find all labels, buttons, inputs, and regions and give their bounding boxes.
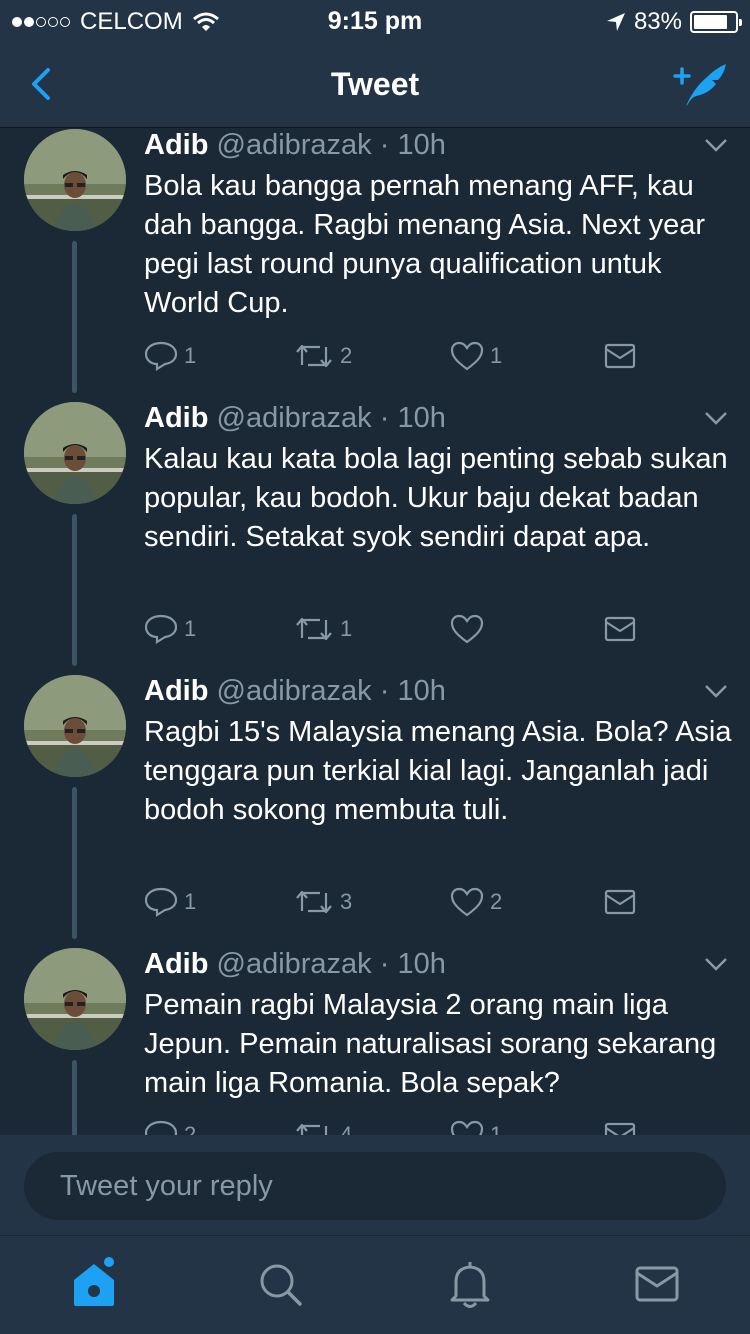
author-name[interactable]: Adib — [144, 402, 208, 434]
battery-icon — [690, 11, 742, 33]
envelope-icon — [604, 616, 636, 642]
chevron-down-icon[interactable] — [704, 410, 728, 426]
like-count: 1 — [490, 1122, 503, 1135]
retweet-icon — [296, 617, 332, 641]
retweet-count: 4 — [340, 1122, 353, 1135]
retweet-icon — [296, 1123, 328, 1135]
reply-count: 2 — [184, 1122, 197, 1135]
tweet-actions: 1 2 1 — [144, 339, 644, 373]
notifications-icon[interactable] — [440, 1254, 500, 1314]
top-bar: CELCOM 9:15 pm 83% Tweet — [0, 0, 750, 128]
author-handle[interactable]: @adibrazak — [217, 948, 372, 980]
retweet-icon — [296, 890, 332, 914]
retweet-count: 1 — [340, 616, 353, 641]
author-name[interactable]: Adib — [144, 675, 208, 707]
search-icon[interactable] — [250, 1254, 310, 1314]
reply-count: 1 — [184, 616, 197, 641]
reply-icon — [144, 614, 178, 644]
like-button[interactable]: 2 — [450, 885, 502, 919]
battery-percent: 83% — [633, 8, 682, 35]
tweet-time: · 10h — [379, 129, 446, 161]
reply-bar: Tweet your reply — [0, 1135, 750, 1235]
heart-icon — [450, 887, 484, 917]
reply-button[interactable]: 1 — [144, 612, 196, 646]
like-count: 2 — [490, 889, 503, 914]
envelope-icon — [604, 1122, 636, 1135]
status-bar: CELCOM 9:15 pm 83% — [0, 0, 750, 40]
reply-count: 1 — [184, 343, 197, 368]
tweet[interactable]: Adib @adibrazak · 10h Bola kau bangga pe… — [0, 129, 750, 402]
tweet-text: Ragbi 15's Malaysia menang Asia. Bola? A… — [144, 716, 732, 826]
retweet-button[interactable]: 2 — [294, 339, 352, 373]
avatar[interactable] — [24, 129, 126, 231]
thread-line — [72, 1060, 77, 1135]
avatar[interactable] — [24, 402, 126, 504]
share-via-message-button[interactable] — [604, 1118, 636, 1135]
chevron-down-icon[interactable] — [704, 137, 728, 153]
like-button[interactable]: 1 — [450, 339, 502, 373]
home-icon[interactable] — [64, 1254, 124, 1314]
envelope-icon — [604, 889, 636, 915]
location-arrow-icon — [606, 13, 625, 31]
tweet-text: Pemain ragbi Malaysia 2 orang main liga … — [144, 989, 717, 1099]
retweet-button[interactable]: 1 — [294, 612, 352, 646]
retweet-count: 2 — [340, 343, 353, 368]
tweet-header: Adib @adibrazak · 10h — [144, 675, 446, 708]
author-handle[interactable]: @adibrazak — [217, 402, 372, 434]
retweet-button[interactable]: 4 — [294, 1118, 352, 1135]
tweet-thread: Adib @adibrazak · 10h Bola kau bangga pe… — [0, 129, 750, 1135]
tweet-time: · 10h — [379, 402, 446, 434]
thread-line — [72, 787, 77, 939]
share-via-message-button[interactable] — [604, 339, 636, 373]
tweet-actions: 1 3 2 — [144, 885, 644, 919]
compose-tweet-button[interactable] — [672, 58, 730, 110]
reply-icon — [144, 887, 178, 917]
tweet[interactable]: Adib @adibrazak · 10h Kalau kau kata bol… — [0, 402, 750, 675]
tweet-header: Adib @adibrazak · 10h — [144, 129, 446, 162]
chevron-down-icon[interactable] — [704, 683, 728, 699]
reply-count: 1 — [184, 889, 197, 914]
retweet-icon — [296, 344, 332, 368]
page-title: Tweet — [330, 66, 420, 102]
author-name[interactable]: Adib — [144, 948, 208, 980]
chevron-down-icon[interactable] — [704, 956, 728, 972]
tweet-text: Kalau kau kata bola lagi penting sebab s… — [144, 443, 728, 553]
heart-icon — [450, 341, 484, 371]
reply-button[interactable]: 2 — [144, 1118, 196, 1135]
reply-icon — [144, 341, 178, 371]
envelope-icon — [604, 343, 636, 369]
share-via-message-button[interactable] — [604, 885, 636, 919]
tweet[interactable]: Adib @adibrazak · 10h Ragbi 15's Malaysi… — [0, 675, 750, 948]
heart-icon — [450, 614, 484, 644]
reply-button[interactable]: 1 — [144, 339, 196, 373]
messages-icon[interactable] — [627, 1254, 687, 1314]
author-handle[interactable]: @adibrazak — [217, 675, 372, 707]
thread-line — [72, 514, 77, 666]
retweet-count: 3 — [340, 889, 353, 914]
tweet-actions: 1 1 — [144, 612, 644, 646]
tweet-time: · 10h — [379, 675, 446, 707]
tweet-text: Bola kau bangga pernah menang AFF, kau d… — [144, 170, 706, 319]
reply-icon — [144, 1120, 178, 1135]
reply-input[interactable]: Tweet your reply — [24, 1152, 726, 1220]
like-button[interactable] — [450, 612, 490, 646]
tweet-header: Adib @adibrazak · 10h — [144, 948, 446, 981]
avatar[interactable] — [24, 675, 126, 777]
tweet[interactable]: Adib @adibrazak · 10h Pemain ragbi Malay… — [0, 948, 750, 1135]
author-name[interactable]: Adib — [144, 129, 208, 161]
tab-bar — [0, 1235, 750, 1334]
avatar[interactable] — [24, 948, 126, 1050]
tweet-time: · 10h — [379, 948, 446, 980]
like-button[interactable]: 1 — [450, 1118, 502, 1135]
heart-icon — [450, 1120, 484, 1135]
like-count: 1 — [490, 343, 503, 368]
tweet-actions: 2 4 1 — [144, 1118, 644, 1135]
thread-line — [72, 241, 77, 393]
reply-button[interactable]: 1 — [144, 885, 196, 919]
tweet-header: Adib @adibrazak · 10h — [144, 402, 446, 435]
share-via-message-button[interactable] — [604, 612, 636, 646]
retweet-button[interactable]: 3 — [294, 885, 352, 919]
author-handle[interactable]: @adibrazak — [217, 129, 372, 161]
